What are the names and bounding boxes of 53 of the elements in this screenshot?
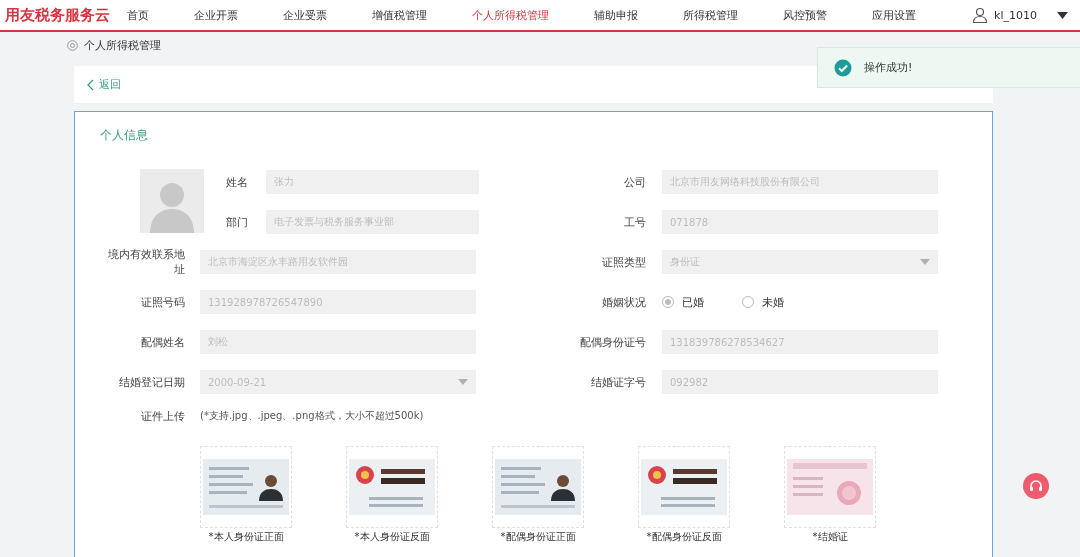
section-title: 个人信息: [100, 127, 149, 144]
nav-item[interactable]: 风控预警: [783, 7, 827, 23]
upload-caption: *结婚证: [812, 530, 848, 543]
field-label: 证件上传: [140, 408, 185, 424]
back-link[interactable]: 返回: [86, 77, 121, 92]
field-label: 配偶身份证号: [579, 334, 646, 350]
toast-message: 操作成功!: [864, 60, 913, 75]
field-label: 结婚登记日期: [118, 374, 185, 390]
nav-item[interactable]: 企业开票: [194, 7, 238, 23]
upload-hint: (*支持.jpg、.jpeg、.png格式，大小不超过500k): [200, 409, 424, 423]
radio-button[interactable]: [662, 296, 674, 308]
nav-item[interactable]: 增值税管理: [372, 7, 427, 23]
user-name[interactable]: kl_1010: [994, 8, 1037, 22]
field-label: 证照类型: [601, 254, 646, 270]
check-icon: [834, 58, 852, 77]
upload-caption: *配偶身份证正面: [500, 530, 576, 543]
field-label: 结婚证字号: [590, 374, 646, 390]
field-label: 配偶姓名: [140, 334, 185, 350]
caret-icon[interactable]: [1057, 11, 1068, 19]
field-label: 工号: [623, 214, 646, 230]
radio-option[interactable]: 未婚: [742, 294, 784, 310]
headset-icon: [1029, 479, 1043, 493]
upload-caption: *本人身份证正面: [208, 530, 284, 543]
upload-thumbnail[interactable]: [492, 446, 584, 528]
help-button[interactable]: [1023, 473, 1049, 499]
logo[interactable]: 用友税务服务云: [5, 5, 121, 25]
field-label: 境内有效联系地址: [107, 247, 185, 277]
nav-item[interactable]: 企业受票: [283, 7, 327, 23]
field-label: 证照号码: [140, 294, 185, 310]
upload-thumbnail[interactable]: [638, 446, 730, 528]
upload-thumbnail[interactable]: [784, 446, 876, 528]
nav-item[interactable]: 所得税管理: [683, 7, 738, 23]
field-label: 公司: [623, 174, 646, 190]
upload-caption: *本人身份证反面: [354, 530, 430, 543]
nav-item[interactable]: 首页: [127, 7, 149, 23]
chevron-left-icon: [86, 78, 94, 91]
field-label: 部门: [226, 214, 249, 230]
radio-option[interactable]: 已婚: [662, 294, 704, 310]
upload-thumbnail[interactable]: [200, 446, 292, 528]
field-label: 婚姻状况: [601, 294, 646, 310]
radio-button[interactable]: [742, 296, 754, 308]
nav-item[interactable]: 应用设置: [872, 7, 916, 23]
caret-icon: [920, 259, 930, 265]
upload-thumbnail[interactable]: [346, 446, 438, 528]
location-icon: [67, 39, 78, 51]
field-label: 姓名: [226, 174, 249, 190]
nav-item[interactable]: 个人所得税管理: [472, 7, 549, 23]
caret-icon: [458, 379, 468, 385]
breadcrumb[interactable]: 个人所得税管理: [84, 37, 161, 53]
user-icon[interactable]: [972, 7, 989, 23]
nav-item[interactable]: 辅助申报: [594, 7, 638, 23]
avatar: [140, 169, 204, 233]
upload-caption: *配偶身份证反面: [646, 530, 722, 543]
